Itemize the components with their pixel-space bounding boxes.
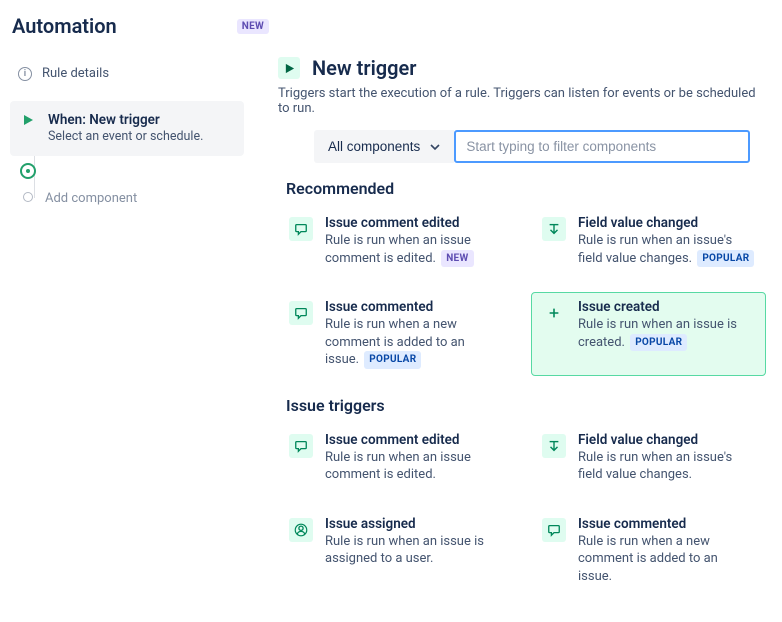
main-title: New trigger <box>312 56 416 80</box>
trigger-title: Issue commented <box>325 299 502 315</box>
trigger-title: Issue comment edited <box>325 215 502 231</box>
trigger-title: Issue created <box>578 299 755 315</box>
field-icon <box>542 434 566 458</box>
popular-badge: POPULAR <box>630 334 687 352</box>
trigger-desc: Rule is run when an issue comment is edi… <box>325 449 502 484</box>
section-title: Recommended <box>286 179 766 198</box>
step-title: When: New trigger <box>48 111 203 129</box>
trigger-card[interactable]: Issue commentedRule is run when a new co… <box>531 509 766 593</box>
empty-dot-icon <box>23 192 33 202</box>
components-dropdown[interactable]: All components <box>314 130 454 163</box>
step-when-new-trigger[interactable]: When: New trigger Select an event or sch… <box>10 101 244 156</box>
filter-row: All components <box>314 130 766 163</box>
play-icon <box>278 57 300 79</box>
play-icon <box>20 112 36 128</box>
trigger-card[interactable]: Issue createdRule is run when an issue i… <box>531 292 766 376</box>
main-description: Triggers start the execution of a rule. … <box>278 86 766 116</box>
popular-badge: POPULAR <box>364 351 421 369</box>
add-component-label: Add component <box>45 189 137 206</box>
info-icon: i <box>18 67 32 81</box>
trigger-title: Issue comment edited <box>325 432 502 448</box>
main-header: New trigger <box>278 56 766 80</box>
add-component[interactable]: Add component <box>10 185 244 216</box>
step-subtitle: Select an event or schedule. <box>48 129 203 146</box>
new-badge: NEW <box>441 250 473 268</box>
comment-icon <box>542 518 566 542</box>
trigger-card[interactable]: Issue comment editedRule is run when an … <box>278 208 513 274</box>
trigger-card[interactable]: Field value changedRule is run when an i… <box>531 425 766 491</box>
rule-timeline: When: New trigger Select an event or sch… <box>10 101 244 216</box>
page-title: Automation <box>12 14 117 38</box>
plus-icon <box>542 301 566 325</box>
ring-icon <box>20 163 36 179</box>
chevron-down-icon <box>430 142 440 152</box>
main: New trigger Triggers start the execution… <box>254 42 782 622</box>
rule-details-label: Rule details <box>42 66 109 81</box>
trigger-title: Field value changed <box>578 215 755 231</box>
trigger-desc: Rule is run when an issue's field value … <box>578 232 755 267</box>
comment-icon <box>289 217 313 241</box>
trigger-desc: Rule is run when an issue is created. PO… <box>578 316 755 351</box>
trigger-title: Issue commented <box>578 516 755 532</box>
user-icon <box>289 518 313 542</box>
comment-icon <box>289 301 313 325</box>
rule-details-link[interactable]: i Rule details <box>10 60 244 87</box>
trigger-card[interactable]: Issue commentedRule is run when a new co… <box>278 292 513 376</box>
dropdown-label: All components <box>328 139 420 154</box>
trigger-card[interactable]: Issue assignedRule is run when an issue … <box>278 509 513 593</box>
trigger-desc: Rule is run when a new comment is added … <box>325 316 502 369</box>
trigger-desc: Rule is run when a new comment is added … <box>578 533 755 586</box>
trigger-grid: Issue comment editedRule is run when an … <box>278 425 766 593</box>
field-icon <box>542 217 566 241</box>
trigger-desc: Rule is run when an issue is assigned to… <box>325 533 502 568</box>
trigger-card[interactable]: Issue comment editedRule is run when an … <box>278 425 513 491</box>
trigger-grid: Issue comment editedRule is run when an … <box>278 208 766 376</box>
trigger-desc: Rule is run when an issue comment is edi… <box>325 232 502 267</box>
search-input[interactable] <box>454 130 750 163</box>
new-badge: NEW <box>237 19 269 34</box>
step-current-marker <box>10 156 244 185</box>
trigger-card[interactable]: Field value changedRule is run when an i… <box>531 208 766 274</box>
header: Automation NEW <box>0 0 782 42</box>
comment-icon <box>289 434 313 458</box>
trigger-title: Issue assigned <box>325 516 502 532</box>
popular-badge: POPULAR <box>697 250 754 268</box>
section-title: Issue triggers <box>286 396 766 415</box>
trigger-desc: Rule is run when an issue's field value … <box>578 449 755 484</box>
trigger-title: Field value changed <box>578 432 755 448</box>
sidebar: i Rule details When: New trigger Select … <box>0 42 254 622</box>
